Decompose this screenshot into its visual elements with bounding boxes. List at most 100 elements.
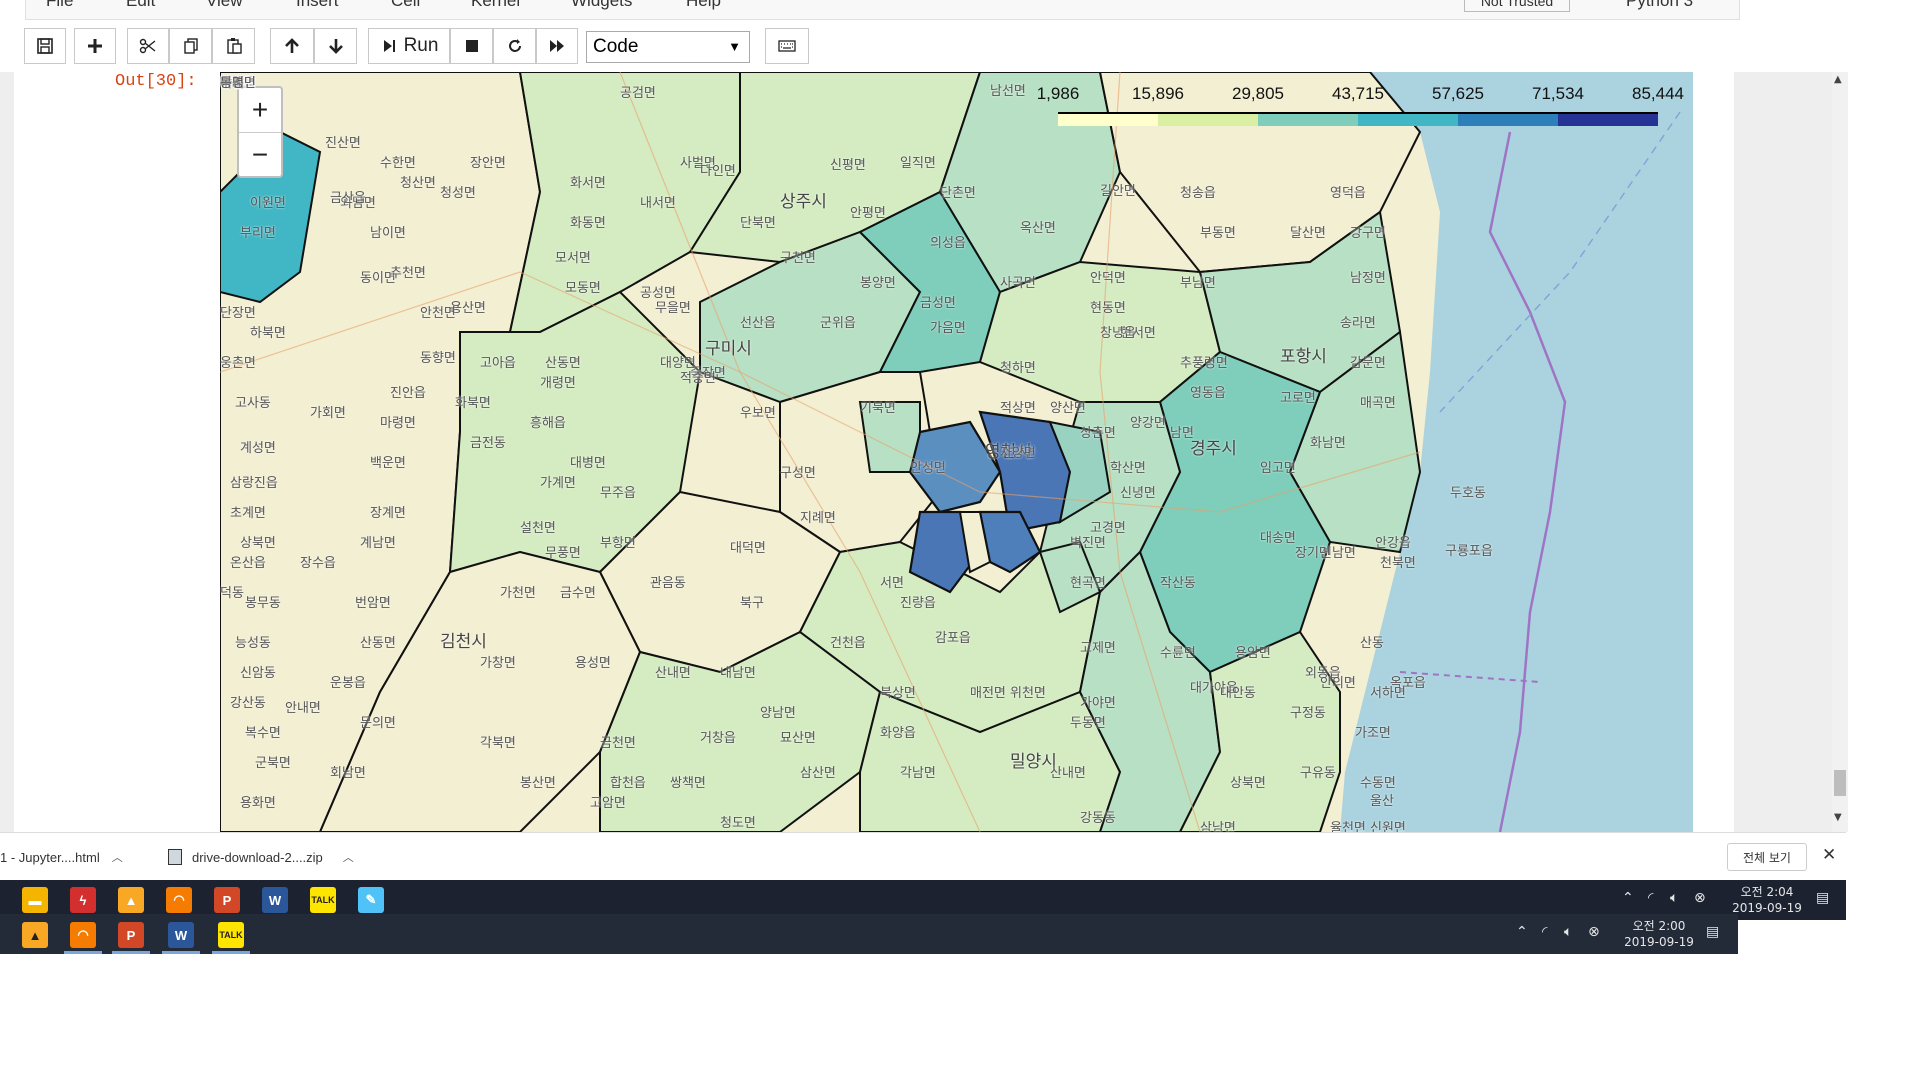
alzip-icon[interactable]: ▲ [22, 922, 48, 948]
place-label: 북구 [740, 596, 764, 611]
volume-icon[interactable]: 🔈︎ [1564, 924, 1572, 940]
restart-run-all-button[interactable] [536, 28, 578, 64]
kakaotalk-icon[interactable]: TALK [310, 887, 336, 913]
menu-insert[interactable]: Insert [296, 0, 339, 11]
download-item[interactable]: drive-download-2....zip ︿ [168, 843, 354, 871]
place-label: 문의면 [360, 716, 396, 731]
kakaotalk-icon[interactable]: TALK [218, 922, 244, 948]
menu-file[interactable]: File [46, 0, 73, 11]
restart-button[interactable] [493, 28, 536, 64]
trusted-indicator[interactable]: Not Trusted [1464, 0, 1570, 12]
status-icon[interactable]: ⊗ [1694, 890, 1706, 906]
alzip-icon[interactable]: ▲ [118, 887, 144, 913]
place-label: 감문면 [1350, 356, 1386, 371]
active-indicator [112, 951, 150, 954]
zoom-in-button[interactable]: + [239, 88, 281, 132]
place-label: 율천면 [1330, 821, 1366, 832]
insert-cell-button[interactable] [74, 28, 116, 64]
place-label: 남선면 [990, 84, 1026, 99]
menu-kernel[interactable]: Kernel [471, 0, 520, 11]
place-label: 가창면 [480, 656, 516, 671]
place-label: 우보면 [740, 406, 776, 421]
place-label: 안의면 [1320, 676, 1356, 691]
place-label: 금수면 [560, 586, 596, 601]
chevron-up-icon[interactable]: ︿ [343, 849, 354, 865]
vertical-scrollbar[interactable] [1832, 72, 1848, 832]
clock-time[interactable]: 오전 2:04 [1722, 883, 1812, 900]
word-icon[interactable]: W [262, 887, 288, 913]
place-label: 신녕면 [1120, 486, 1156, 501]
command-palette-button[interactable] [765, 28, 809, 64]
place-label: 무을면 [655, 301, 691, 316]
legend-color-segment [1358, 114, 1458, 126]
powerpoint-icon[interactable]: P [118, 922, 144, 948]
place-label: 적상면 [1000, 401, 1036, 416]
scrollbar-thumb[interactable] [1834, 770, 1846, 796]
place-label: 번암면 [355, 596, 391, 611]
menu-edit[interactable]: Edit [126, 0, 155, 11]
menu-cell[interactable]: Cell [391, 0, 420, 11]
place-label: 가음면 [930, 321, 966, 336]
paste-button[interactable] [212, 28, 255, 64]
cut-button[interactable] [127, 28, 169, 64]
file-explorer-icon[interactable]: ▬ [22, 887, 48, 913]
place-label: 기북면 [860, 401, 896, 416]
place-label: 안평면 [850, 206, 886, 221]
place-label: 모동면 [565, 281, 601, 296]
app-icon[interactable]: ϟ [70, 887, 96, 913]
chevron-up-icon[interactable]: ︿ [112, 849, 123, 865]
download-item[interactable]: 1 - Jupyter....html ︿ [0, 843, 123, 871]
cell-type-select[interactable]: Code ▼ [586, 31, 750, 63]
place-label: 지례면 [800, 511, 836, 526]
place-label: 양산면 [1050, 401, 1086, 416]
show-all-downloads-button[interactable]: 전체 보기 [1727, 843, 1807, 871]
jupyter-icon[interactable]: ◠ [166, 887, 192, 913]
place-label: 삼산면 [800, 766, 836, 781]
wifi-icon[interactable]: ◜ [1542, 924, 1547, 940]
place-label: 내서면 [640, 196, 676, 211]
clock-date[interactable]: 2019-09-19 [1722, 901, 1812, 915]
place-label: 매전면 [970, 686, 1006, 701]
interrupt-button[interactable] [450, 28, 493, 64]
place-label: 안내면 [285, 701, 321, 716]
chevron-up-icon[interactable]: ⌃ [1622, 890, 1634, 906]
place-label: 금성면 [920, 296, 956, 311]
choropleth-map[interactable]: + − 1,986 15,896 29,805 43,715 57,625 71… [220, 72, 1693, 832]
place-label: 봉산면 [520, 776, 556, 791]
clock-date[interactable]: 2019-09-19 [1614, 935, 1704, 949]
scroll-up-icon[interactable]: ▲ [1834, 74, 1842, 85]
download-bar: 1 - Jupyter....html ︿ drive-download-2..… [0, 832, 1846, 880]
place-label: 남정면 [1350, 271, 1386, 286]
place-label: 화북면 [455, 396, 491, 411]
place-label: 안천면 [420, 306, 456, 321]
chevron-up-icon[interactable]: ⌃ [1516, 924, 1528, 940]
place-label: 가천면 [500, 586, 536, 601]
volume-icon[interactable]: 🔈︎ [1670, 890, 1678, 906]
move-down-button[interactable] [314, 28, 357, 64]
place-label: 두호동 [1450, 486, 1486, 501]
move-up-button[interactable] [270, 28, 314, 64]
place-label: 상북면 [1230, 776, 1266, 791]
place-label: 서하면 [1370, 686, 1406, 701]
place-label: 장수읍 [300, 556, 336, 571]
menu-view[interactable]: View [206, 0, 243, 11]
menu-help[interactable]: Help [686, 0, 721, 11]
zoom-out-button[interactable]: − [239, 132, 281, 176]
scroll-down-icon[interactable]: ▼ [1834, 812, 1842, 823]
clock-time[interactable]: 오전 2:00 [1614, 917, 1704, 934]
close-icon[interactable]: ✕ [1822, 845, 1836, 865]
notification-icon[interactable]: ▤ [1816, 890, 1829, 906]
place-label: 부항면 [600, 536, 636, 551]
wifi-icon[interactable]: ◜ [1648, 890, 1653, 906]
run-button[interactable]: Run [368, 28, 450, 64]
paint-icon[interactable]: ✎ [358, 887, 384, 913]
notification-icon[interactable]: ▤ [1706, 924, 1719, 940]
word-icon[interactable]: W [168, 922, 194, 948]
jupyter-icon[interactable]: ◠ [70, 922, 96, 948]
menu-widgets[interactable]: Widgets [571, 0, 632, 11]
place-label: 삼남면 [1200, 821, 1236, 832]
status-icon[interactable]: ⊗ [1588, 924, 1600, 940]
powerpoint-icon[interactable]: P [214, 887, 240, 913]
save-button[interactable] [24, 28, 66, 64]
copy-button[interactable] [169, 28, 212, 64]
